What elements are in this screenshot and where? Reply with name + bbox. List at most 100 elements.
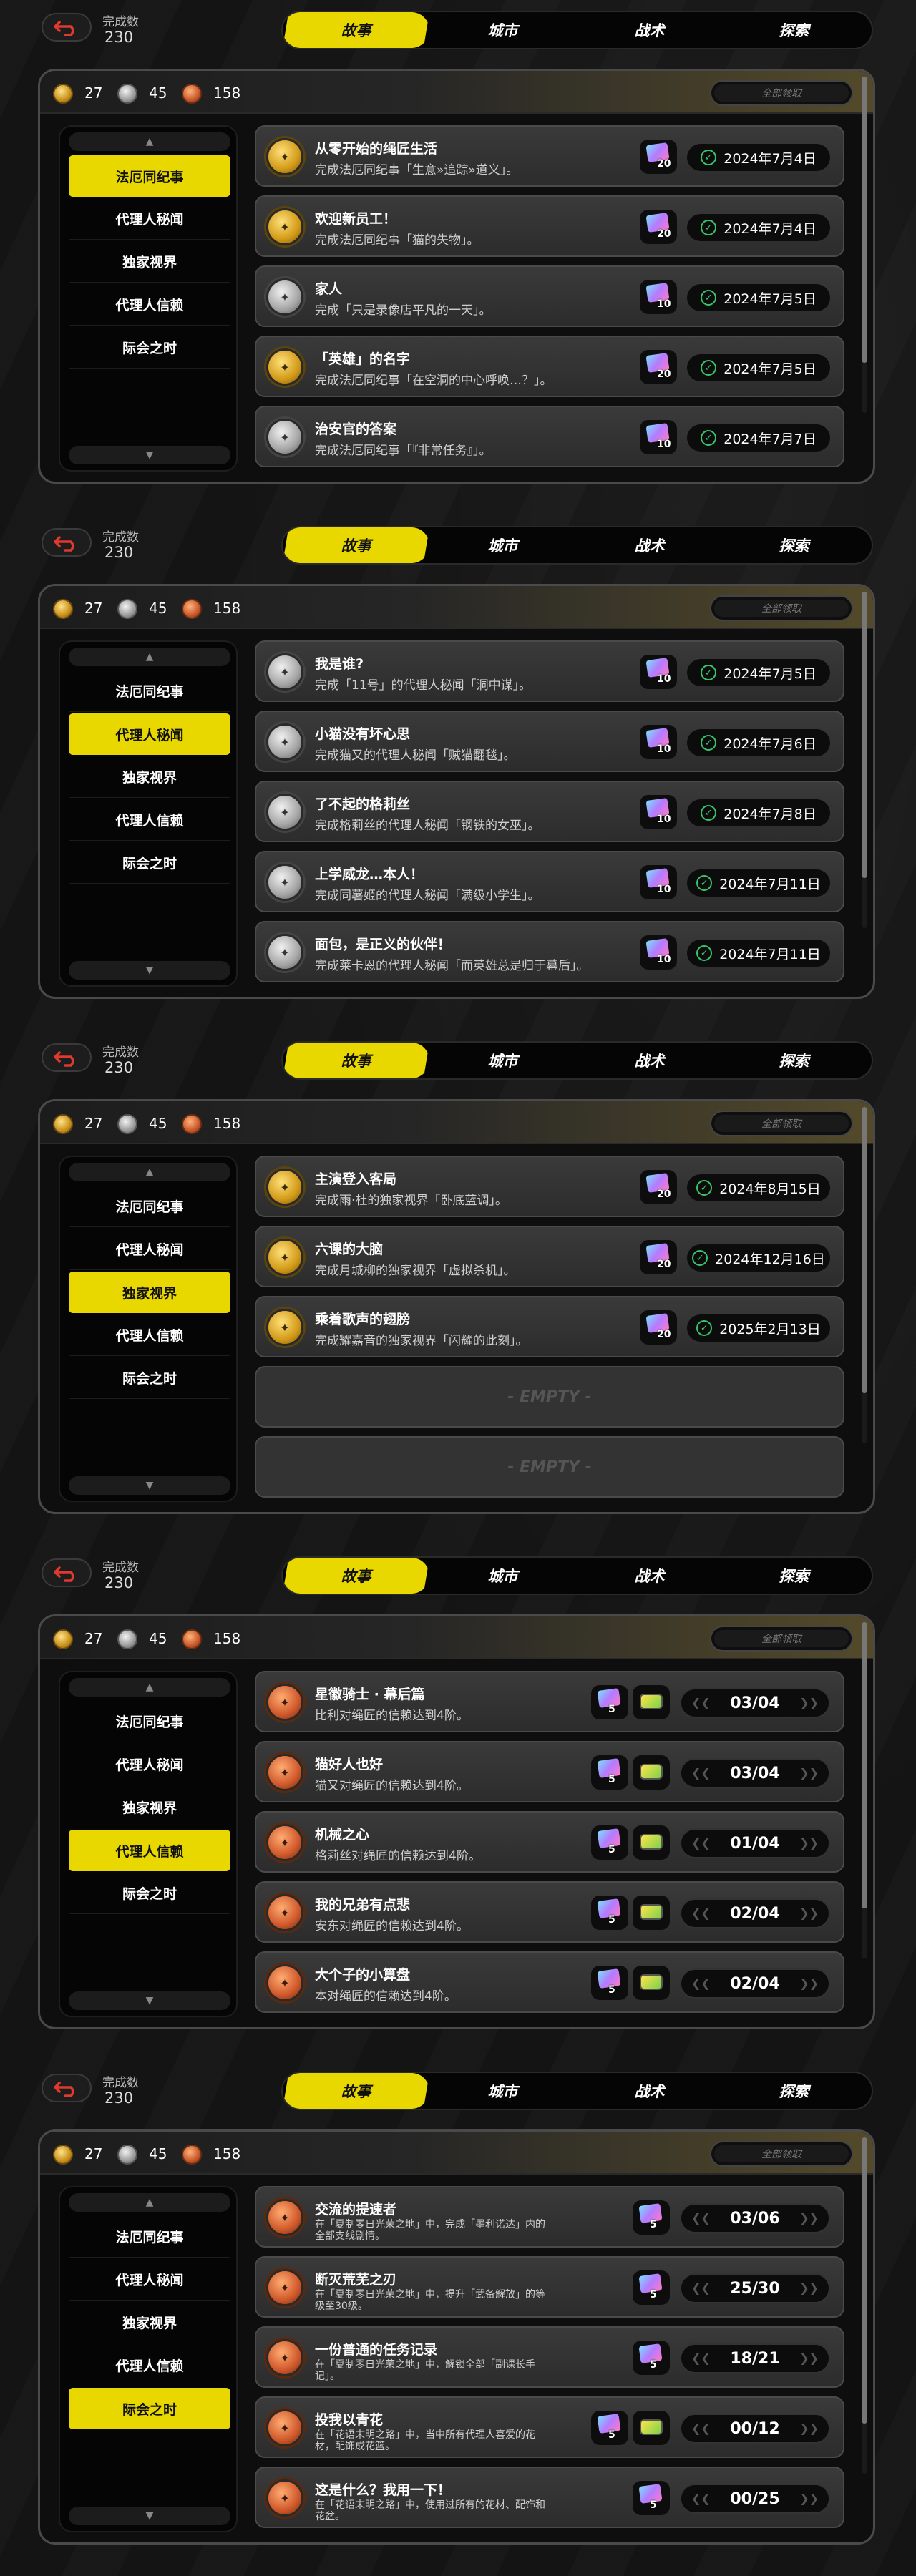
tab-city[interactable]: 城市 [429,527,576,563]
achievement-item[interactable]: ✦ 主演登入客局 完成雨·杜的独家视界「卧底蓝调」。 20 ✓ 2024年8月15日 [255,1156,844,1217]
achievement-item[interactable]: ✦ 面包，是正义的伙伴！ 完成莱卡恩的代理人秘闻「而英雄总是归于幕后」。 10 ✓ 202… [255,921,844,982]
sidebar-item[interactable]: 代理人秘闻 [69,1744,230,1785]
scrollbar-thumb[interactable] [862,1622,867,1908]
list-scrollbar[interactable] [862,592,867,928]
achievement-item[interactable]: ✦ 小猫没有坏心思 完成猫又的代理人秘闻「贼猫翻毯」。 10 ✓ 2024年7月6日 [255,711,844,772]
achievement-item[interactable]: ✦ 猫好人也好 猫又对绳匠的信赖达到4阶。 5 ❮❮ 03/04 ❯❯ [255,1741,844,1802]
tab-explore[interactable]: 探索 [721,2073,867,2109]
sidebar-item[interactable]: 际会之时 [69,1873,230,1914]
tab-city[interactable]: 城市 [429,12,576,48]
sidebar-item[interactable]: 法厄同纪事 [69,670,230,712]
tab-story[interactable]: 故事 [283,12,429,48]
sidebar-item[interactable]: 独家视界 [69,2302,230,2343]
scrollbar-thumb[interactable] [862,2137,867,2424]
tab-story[interactable]: 故事 [283,1558,429,1594]
achievement-item[interactable]: ✦ 乘着歌声的翅膀 完成耀嘉音的独家视界「闪耀的此刻」。 20 ✓ 2025年2月13日 [255,1296,844,1357]
list-scrollbar[interactable] [862,2137,867,2474]
sidebar-item[interactable]: 代理人信赖 [69,1830,230,1871]
scroll-up-icon[interactable]: ▲ [69,648,230,666]
sidebar-item[interactable]: 法厄同纪事 [69,2216,230,2258]
claim-all-button[interactable]: 全部领取 [710,1111,853,1136]
scrollbar-thumb[interactable] [862,1107,867,1393]
list-scrollbar[interactable] [862,1622,867,1958]
sidebar-item[interactable]: 代理人秘闻 [69,2259,230,2301]
achievement-item[interactable]: ✦ 机械之心 格莉丝对绳匠的信赖达到4阶。 5 ❮❮ 01/04 ❯❯ [255,1811,844,1873]
sidebar-item[interactable]: 独家视界 [69,756,230,798]
claim-all-button[interactable]: 全部领取 [710,80,853,106]
sidebar-item[interactable]: 法厄同纪事 [69,155,230,197]
tab-tactics[interactable]: 战术 [576,12,723,48]
claim-all-button[interactable]: 全部领取 [710,595,853,621]
achievement-item[interactable]: ✦ 治安官的答案 完成法厄同纪事「『非常任务』」。 10 ✓ 2024年7月7日 [255,406,844,467]
tab-story[interactable]: 故事 [283,1043,429,1078]
achievement-item[interactable]: ✦ 六课的大脑 完成月城柳的独家视界「虚拟杀机」。 20 ✓ 2024年12月16日 [255,1226,844,1287]
sidebar-item[interactable]: 代理人秘闻 [69,713,230,755]
tab-explore[interactable]: 探索 [721,527,867,563]
sidebar-item[interactable]: 代理人信赖 [69,284,230,326]
tab-city[interactable]: 城市 [429,2073,576,2109]
sidebar-item[interactable]: 际会之时 [69,1357,230,1399]
back-button[interactable] [42,2074,92,2102]
sidebar-item[interactable]: 代理人秘闻 [69,1229,230,1270]
sidebar-item[interactable]: 代理人信赖 [69,1314,230,1356]
achievement-item[interactable]: ✦ 交流的提速者 在「夏制零日光荣之地」中，完成「墨利诺达」内的全部支线剧情。 5 ❮❮… [255,2186,844,2248]
sidebar-item[interactable]: 际会之时 [69,327,230,369]
sidebar-item[interactable]: 际会之时 [69,2388,230,2429]
tab-story[interactable]: 故事 [283,2073,429,2109]
back-button[interactable] [42,1043,92,1072]
achievement-item[interactable]: ✦ 欢迎新员工！ 完成法厄同纪事「猫的失物」。 20 ✓ 2024年7月4日 [255,195,844,257]
achievement-item[interactable]: ✦ 家人 完成「只是录像店平凡的一天」。 10 ✓ 2024年7月5日 [255,265,844,327]
scroll-down-icon[interactable]: ▼ [69,961,230,980]
scrollbar-thumb[interactable] [862,592,867,878]
achievement-item[interactable]: ✦ 我是谁? 完成「11号」的代理人秘闻「洞中谋」。 10 ✓ 2024年7月5日 [255,640,844,702]
list-scrollbar[interactable] [862,1107,867,1443]
scroll-up-icon[interactable]: ▲ [69,132,230,151]
tab-tactics[interactable]: 战术 [576,1558,723,1594]
tab-tactics[interactable]: 战术 [576,2073,723,2109]
tab-explore[interactable]: 探索 [721,1558,867,1594]
sidebar-item[interactable]: 独家视界 [69,1272,230,1313]
sidebar-item[interactable]: 代理人秘闻 [69,198,230,240]
scroll-down-icon[interactable]: ▼ [69,2507,230,2525]
scroll-up-icon[interactable]: ▲ [69,2193,230,2212]
sidebar-item[interactable]: 际会之时 [69,842,230,884]
scrollbar-thumb[interactable] [862,77,867,363]
sidebar-item[interactable]: 法厄同纪事 [69,1186,230,1227]
achievement-item[interactable]: ✦ 我的兄弟有点悲 安东对绳匠的信赖达到4阶。 5 ❮❮ 02/04 ❯❯ [255,1881,844,1943]
achievement-item[interactable]: ✦ 大个子的小算盘 本对绳匠的信赖达到4阶。 5 ❮❮ 02/04 ❯❯ [255,1951,844,2013]
progress-arrow-right-icon: ❯❯ [799,1976,819,1990]
sidebar-item[interactable]: 代理人信赖 [69,799,230,841]
achievement-item[interactable]: ✦ 星徽骑士 · 幕后篇 比利对绳匠的信赖达到4阶。 5 ❮❮ 03/04 ❯❯ [255,1671,844,1732]
scroll-up-icon[interactable]: ▲ [69,1163,230,1181]
back-button[interactable] [42,1558,92,1587]
scroll-up-icon[interactable]: ▲ [69,1678,230,1697]
claim-all-button[interactable]: 全部领取 [710,2141,853,2167]
tab-tactics[interactable]: 战术 [576,527,723,563]
tab-city[interactable]: 城市 [429,1043,576,1078]
achievement-item[interactable]: ✦ 上学威龙…本人！ 完成同薯姬的代理人秘闻「满级小学生」。 10 ✓ 2024年7月11… [255,851,844,912]
scroll-down-icon[interactable]: ▼ [69,446,230,464]
achievement-item[interactable]: ✦ 从零开始的绳匠生活 完成法厄同纪事「生意»追踪»道义」。 20 ✓ 2024年7月4日 [255,125,844,187]
claim-all-button[interactable]: 全部领取 [710,1626,853,1652]
tab-story[interactable]: 故事 [283,527,429,563]
achievement-item[interactable]: ✦ 一份普通的任务记录 在「夏制零日光荣之地」中，解锁全部「副课长手记」。 5 ❮❮ 18… [255,2326,844,2388]
achievement-item[interactable]: ✦ 投我以青花 在「花语末明之路」中，当中所有代理人喜爱的花材，配饰成花篮。 5 ❮❮ 0… [255,2396,844,2458]
back-button[interactable] [42,528,92,557]
scroll-down-icon[interactable]: ▼ [69,1991,230,2010]
sidebar-item[interactable]: 代理人信赖 [69,2345,230,2386]
sidebar-item[interactable]: 法厄同纪事 [69,1701,230,1742]
tab-city[interactable]: 城市 [429,1558,576,1594]
achievement-item[interactable]: ✦ 断灭荒芜之刃 在「夏制零日光荣之地」中，提升「武备解放」的等级至30级。 5 ❮❮ 2… [255,2256,844,2318]
sidebar-item[interactable]: 独家视界 [69,241,230,283]
achievement-item[interactable]: ✦ 了不起的格莉丝 完成格莉丝的代理人秘闻「钢铁的女巫」。 10 ✓ 2024年7月8日 [255,781,844,842]
achievement-item[interactable]: ✦ 「英雄」的名字 完成法厄同纪事「在空洞的中心呼唤…？」。 20 ✓ 2024年7月5日 [255,336,844,397]
bronze-count: 158 [213,2145,241,2162]
sidebar-item[interactable]: 独家视界 [69,1787,230,1828]
scroll-down-icon[interactable]: ▼ [69,1476,230,1495]
tab-explore[interactable]: 探索 [721,1043,867,1078]
tab-tactics[interactable]: 战术 [576,1043,723,1078]
achievement-item[interactable]: ✦ 这是什么？我用一下！ 在「花语末明之路」中，使用过所有的花材、配饰和花盆。 5 ❮❮… [255,2467,844,2528]
list-scrollbar[interactable] [862,77,867,413]
back-button[interactable] [42,13,92,42]
tab-explore[interactable]: 探索 [721,12,867,48]
